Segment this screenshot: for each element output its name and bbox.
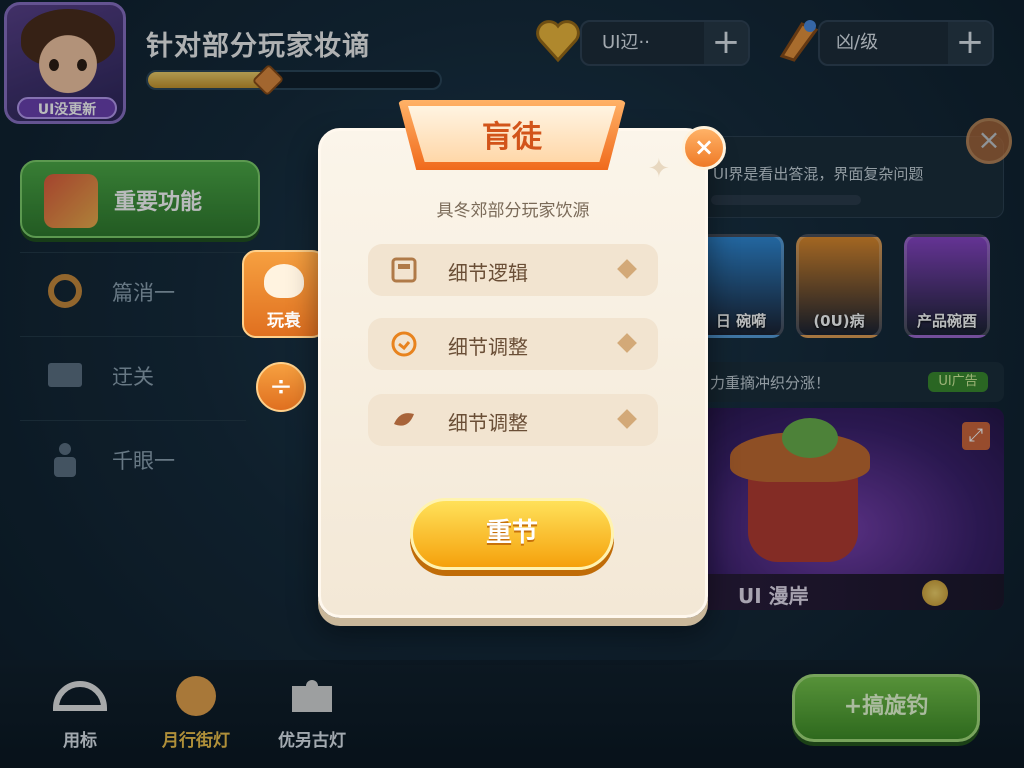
side-tab[interactable]: 玩袁 xyxy=(242,250,326,338)
side-tab-label: 玩袁 xyxy=(267,311,301,331)
modal-close-button[interactable]: × xyxy=(682,126,726,170)
diamond-icon xyxy=(617,409,637,429)
diamond-icon xyxy=(617,333,637,353)
modal-option-label: 细节逻辑 xyxy=(448,261,528,285)
modal-title: 肓徒 xyxy=(482,120,542,155)
modal-subtitle: 具冬郊部分玩家饮源 xyxy=(436,201,590,221)
sparkle-icon: ✦ xyxy=(648,154,670,184)
modal-header: 肓徒 xyxy=(398,100,626,170)
badge-icon xyxy=(391,331,417,357)
diamond-icon xyxy=(617,259,637,279)
swirl-icon xyxy=(394,413,414,426)
modal-option-2[interactable]: 细节调整 xyxy=(368,318,658,370)
modal-option-1[interactable]: 细节逻辑 xyxy=(368,244,658,296)
heart-chat-icon xyxy=(264,264,304,298)
modal-option-3[interactable]: 细节调整 xyxy=(368,394,658,446)
modal-option-label: 细节调整 xyxy=(448,411,528,435)
divide-icon[interactable]: ÷ xyxy=(256,362,306,412)
modal-confirm-button[interactable]: 重节 xyxy=(410,498,614,570)
grid-icon xyxy=(391,257,417,283)
modal-option-label: 细节调整 xyxy=(448,335,528,359)
